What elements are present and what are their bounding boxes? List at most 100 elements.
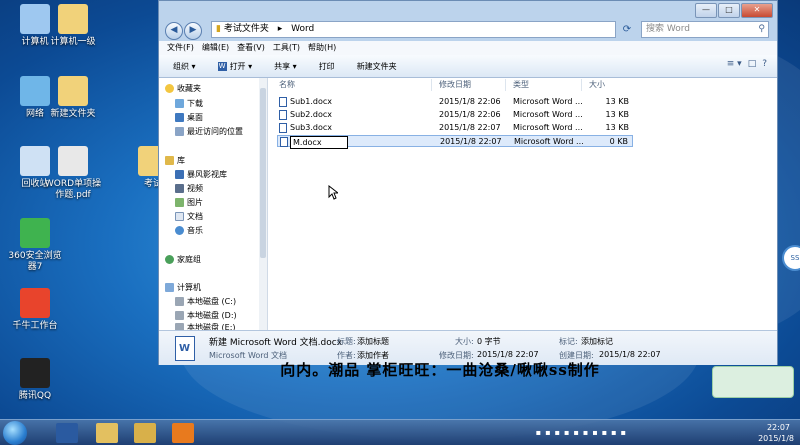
file-type: Microsoft Word ... bbox=[513, 123, 583, 132]
details-title-value[interactable]: 添加标题 bbox=[357, 336, 389, 347]
desktop-icon-item[interactable]: 360安全浏览器7 bbox=[4, 218, 66, 273]
view-options-button[interactable]: ≡ ▾ bbox=[727, 59, 742, 69]
nav-favorites-label: 收藏夹 bbox=[177, 84, 201, 93]
details-tags-label: 标记: bbox=[559, 337, 578, 346]
desktop-icon-item[interactable]: 新建文件夹 bbox=[42, 76, 104, 120]
details-size-value: 0 字节 bbox=[477, 337, 501, 346]
homegroup-icon bbox=[165, 255, 174, 264]
nav-item-recent[interactable]: 最近访问的位置 bbox=[175, 126, 243, 137]
desktop-icon-item[interactable]: 计算机一级 bbox=[42, 4, 104, 48]
taskbar-tool-icon[interactable] bbox=[134, 423, 156, 443]
drive-icon bbox=[175, 297, 184, 306]
minimize-button[interactable]: — bbox=[695, 3, 717, 18]
file-row-selected[interactable]: M.docx 2015/1/8 22:07 Microsoft Word ...… bbox=[277, 135, 633, 149]
menu-edit[interactable]: 编辑(E) bbox=[202, 41, 229, 55]
nav-item-desktop[interactable]: 桌面 bbox=[175, 112, 203, 123]
nav-item-pictures[interactable]: 图片 bbox=[175, 197, 203, 208]
menu-tools[interactable]: 工具(T) bbox=[273, 41, 300, 55]
nav-item-label: 音乐 bbox=[187, 226, 203, 235]
rename-value: M.docx bbox=[293, 138, 322, 147]
file-row[interactable]: Sub3.docx 2015/1/8 22:07 Microsoft Word … bbox=[277, 122, 633, 134]
preview-pane-button[interactable]: □ bbox=[748, 59, 757, 69]
scrollbar-thumb[interactable] bbox=[260, 88, 266, 258]
address-row: ◀ ▶ ▮ 考试文件夹 ▸ Word ⟳ 搜索 Word ⚲ bbox=[159, 19, 777, 41]
desktop-icon-item[interactable]: 千牛工作台 bbox=[4, 288, 66, 332]
menu-help[interactable]: 帮助(H) bbox=[308, 41, 336, 55]
forward-button[interactable]: ▶ bbox=[184, 22, 202, 40]
taskbar-explorer-icon[interactable] bbox=[96, 423, 118, 443]
desktop: 计算机 计算机一级 网络 新建文件夹 回收站 WORD单项操作题.pdf 考试 360安全浏览… bbox=[0, 0, 800, 445]
nav-item-drive-d[interactable]: 本地磁盘 (D:) bbox=[175, 310, 237, 321]
nav-scrollbar[interactable] bbox=[259, 78, 268, 330]
shortcut-icon bbox=[20, 288, 50, 318]
column-header-size[interactable]: 大小 bbox=[589, 78, 605, 92]
nav-item-label: 暴风影视库 bbox=[187, 170, 227, 179]
breadcrumb-segment[interactable]: 考试文件夹 bbox=[224, 24, 269, 34]
search-input[interactable]: 搜索 Word ⚲ bbox=[641, 21, 769, 38]
navigation-pane: 收藏夹 下载 桌面 最近访问的位置 库 暴风影视库 视频 图片 文档 音乐 家庭… bbox=[159, 78, 260, 332]
column-separator[interactable] bbox=[581, 79, 582, 91]
breadcrumb-separator[interactable]: ▸ bbox=[278, 24, 283, 34]
address-bar[interactable]: ▮ 考试文件夹 ▸ Word bbox=[211, 21, 616, 38]
recent-places-icon bbox=[175, 127, 184, 136]
folder-icon: ▮ bbox=[216, 24, 221, 34]
word-doc-icon bbox=[280, 137, 288, 147]
nav-item-label: 文档 bbox=[187, 212, 203, 221]
share-button[interactable]: 共享 ▾ bbox=[274, 61, 297, 72]
clock-date[interactable]: 2015/1/8 bbox=[758, 434, 794, 443]
nav-item-music[interactable]: 音乐 bbox=[175, 225, 203, 236]
desktop-icon-item[interactable]: WORD单项操作题.pdf bbox=[42, 146, 104, 201]
rename-input[interactable]: M.docx bbox=[290, 136, 348, 149]
nav-item-videos[interactable]: 视频 bbox=[175, 183, 203, 194]
organize-button[interactable]: 组织 ▾ bbox=[173, 61, 196, 72]
nav-item-documents[interactable]: 文档 bbox=[175, 211, 203, 222]
menu-file[interactable]: 文件(F) bbox=[167, 41, 194, 55]
nav-libraries[interactable]: 库 bbox=[165, 155, 185, 166]
close-button[interactable]: ✕ bbox=[741, 3, 773, 18]
column-separator[interactable] bbox=[505, 79, 506, 91]
nav-item-drive-c[interactable]: 本地磁盘 (C:) bbox=[175, 296, 236, 307]
file-size: 0 KB bbox=[609, 137, 628, 146]
column-header-name[interactable]: 名称 bbox=[279, 78, 295, 92]
column-header-type[interactable]: 类型 bbox=[513, 78, 529, 92]
nav-computer-label: 计算机 bbox=[177, 283, 201, 292]
shortcut-icon bbox=[58, 146, 88, 176]
nav-homegroup[interactable]: 家庭组 bbox=[165, 254, 201, 265]
menu-bar: 文件(F) 编辑(E) 查看(V) 工具(T) 帮助(H) bbox=[159, 41, 777, 55]
nav-item-label: 视频 bbox=[187, 184, 203, 193]
window-titlebar[interactable]: — □ ✕ bbox=[159, 1, 777, 19]
desktop-icon-label: 360安全浏览器7 bbox=[8, 251, 62, 272]
breadcrumb-segment[interactable]: Word bbox=[291, 24, 314, 34]
refresh-icon[interactable]: ⟳ bbox=[619, 22, 635, 37]
desktop-icon-label: 腾讯QQ bbox=[18, 391, 52, 401]
file-row[interactable]: Sub1.docx 2015/1/8 22:06 Microsoft Word … bbox=[277, 96, 633, 108]
film-icon bbox=[175, 184, 184, 193]
file-row[interactable]: Sub2.docx 2015/1/8 22:06 Microsoft Word … bbox=[277, 109, 633, 121]
details-created-value: 2015/1/8 22:07 bbox=[599, 350, 661, 359]
column-separator[interactable] bbox=[431, 79, 432, 91]
clock-time[interactable]: 22:07 bbox=[767, 423, 790, 432]
nav-computer[interactable]: 计算机 bbox=[165, 282, 201, 293]
nav-item-downloads[interactable]: 下载 bbox=[175, 98, 203, 109]
nav-item-baofeng[interactable]: 暴风影视库 bbox=[175, 169, 227, 180]
taskbar-app-icon[interactable] bbox=[172, 423, 194, 443]
new-folder-button[interactable]: 新建文件夹 bbox=[357, 61, 397, 72]
details-tags-value[interactable]: 添加标记 bbox=[581, 336, 613, 347]
nav-item-label: 图片 bbox=[187, 198, 203, 207]
print-button[interactable]: 打印 bbox=[319, 61, 335, 72]
open-button[interactable]: W 打开 ▾ bbox=[217, 61, 252, 72]
search-icon[interactable]: ⚲ bbox=[758, 22, 765, 37]
file-size: 13 KB bbox=[605, 123, 629, 132]
column-header-date[interactable]: 修改日期 bbox=[439, 78, 471, 92]
picture-icon bbox=[175, 198, 184, 207]
nav-favorites[interactable]: 收藏夹 bbox=[165, 83, 201, 94]
back-button[interactable]: ◀ bbox=[165, 22, 183, 40]
menu-view[interactable]: 查看(V) bbox=[237, 41, 265, 55]
taskbar-media-icon[interactable] bbox=[56, 423, 78, 443]
star-icon bbox=[165, 84, 174, 93]
help-button[interactable]: ? bbox=[762, 59, 767, 69]
maximize-button[interactable]: □ bbox=[718, 3, 740, 18]
tray-icons[interactable]: ▪▪▪▪▪▪▪▪▪▪ bbox=[536, 428, 630, 437]
word-doc-icon bbox=[279, 97, 287, 107]
start-button[interactable] bbox=[3, 421, 27, 445]
